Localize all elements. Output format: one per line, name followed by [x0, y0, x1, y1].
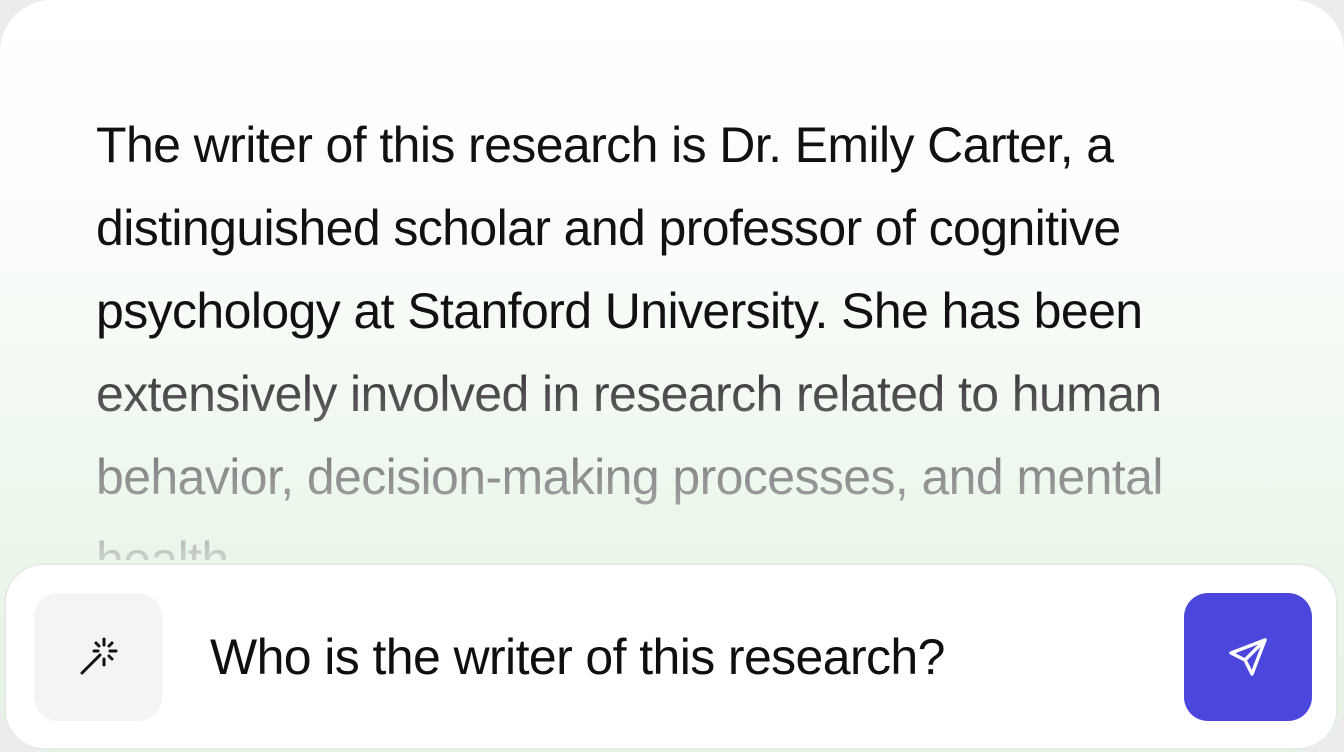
send-button[interactable] [1184, 593, 1312, 721]
response-text: The writer of this research is Dr. Emily… [96, 104, 1276, 560]
magic-wand-icon [80, 637, 118, 675]
prompt-bar: Who is the writer of this research? [4, 563, 1338, 750]
magic-wand-button[interactable] [34, 593, 162, 721]
response-area: The writer of this research is Dr. Emily… [96, 104, 1276, 560]
send-icon [1229, 638, 1267, 676]
chat-card: The writer of this research is Dr. Emily… [0, 0, 1344, 752]
prompt-input[interactable]: Who is the writer of this research? [210, 625, 945, 689]
